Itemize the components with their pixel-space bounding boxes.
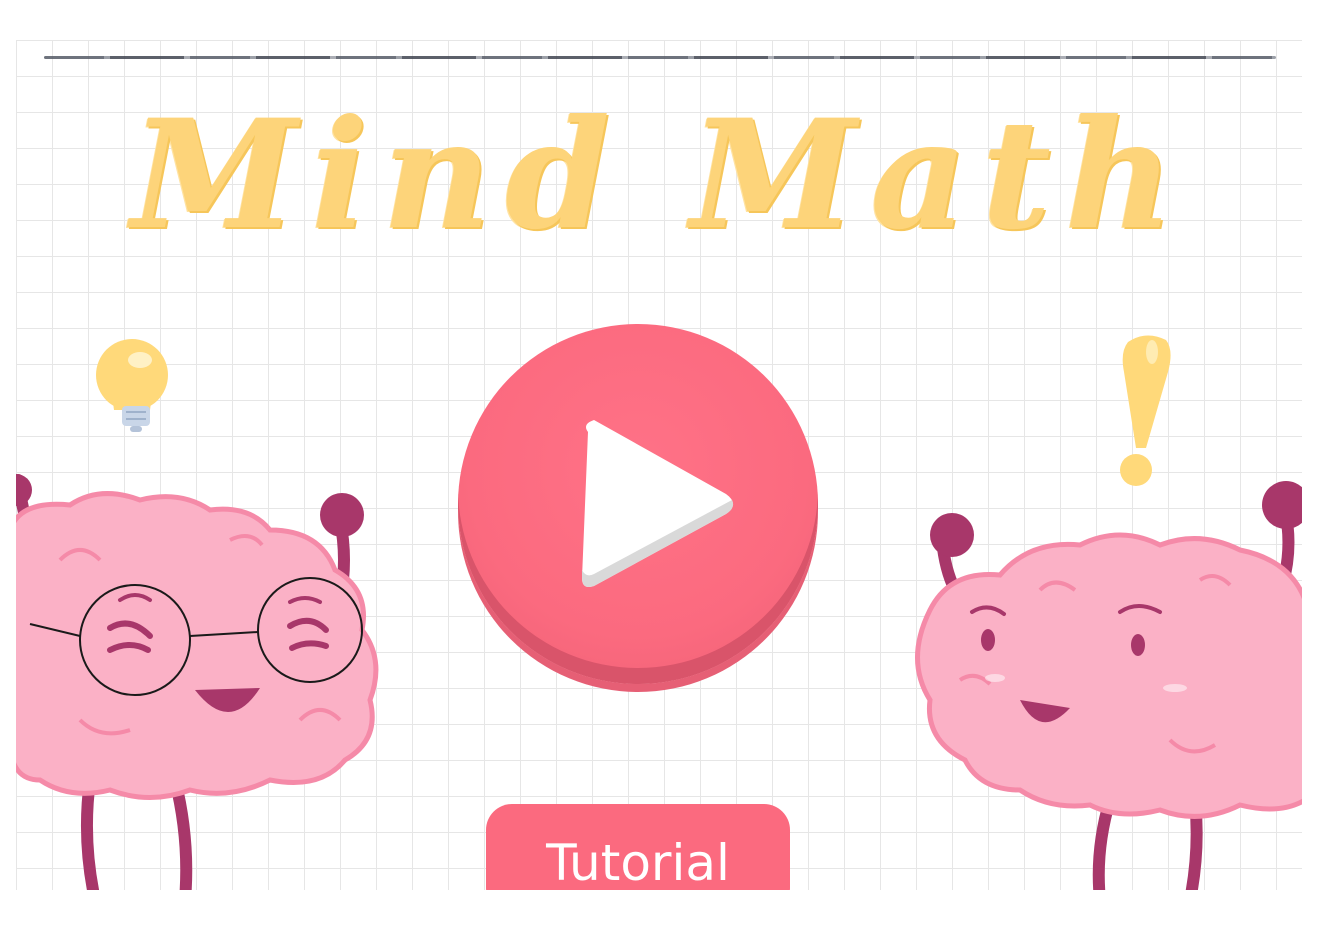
game-title: Mind Math (131, 87, 1188, 263)
play-button[interactable] (458, 324, 818, 684)
bottom-margin (0, 890, 1319, 946)
game-title-screen: Mind Math Tutorial (0, 0, 1319, 946)
sketch-top-line (44, 56, 1276, 59)
play-icon (582, 420, 734, 587)
tutorial-button-label: Tutorial (546, 834, 730, 892)
